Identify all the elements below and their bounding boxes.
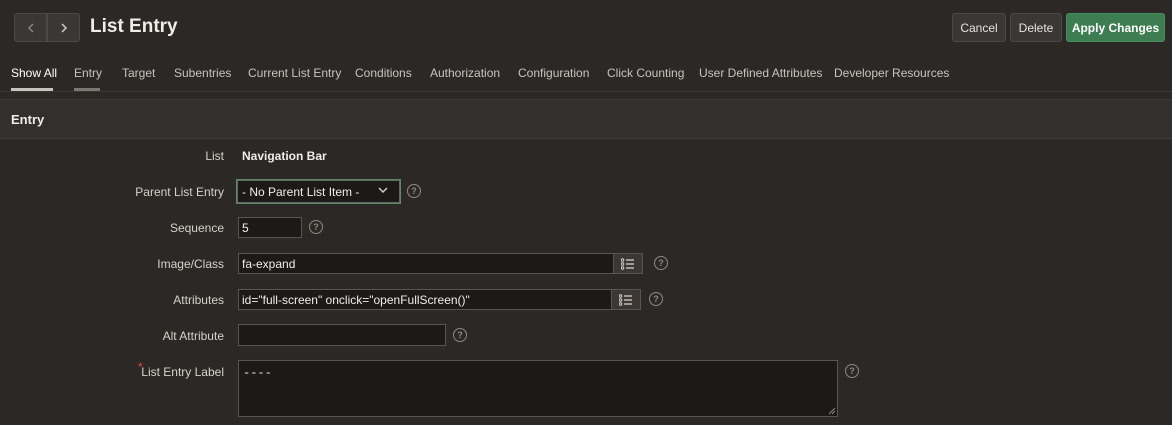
alt-attribute-help-icon[interactable]: ? xyxy=(453,328,467,342)
cancel-button[interactable]: Cancel xyxy=(952,13,1006,42)
parent-list-entry-label: Parent List Entry xyxy=(135,185,224,199)
image-class-label: Image/Class xyxy=(157,257,224,271)
tab-bar: Show All Entry Target Subentries Current… xyxy=(0,56,1172,92)
parent-list-entry-select[interactable]: - No Parent List Item - xyxy=(236,179,401,204)
attributes-help-icon[interactable]: ? xyxy=(649,292,663,306)
list-label: List xyxy=(205,149,224,163)
sequence-input[interactable]: 5 xyxy=(238,217,302,238)
attributes-lov-button[interactable] xyxy=(611,289,641,310)
list-entry-label-textarea[interactable]: ---- xyxy=(238,360,838,417)
next-button[interactable] xyxy=(47,13,80,42)
list-icon xyxy=(621,257,634,270)
attributes-input[interactable]: id="full-screen" onclick="openFullScreen… xyxy=(238,289,612,310)
tab-current-list-entry[interactable]: Current List Entry xyxy=(248,66,341,80)
tab-entry[interactable]: Entry xyxy=(74,66,102,80)
list-entry-label-help-icon[interactable]: ? xyxy=(845,364,859,378)
list-icon xyxy=(619,293,632,306)
sequence-label: Sequence xyxy=(169,221,224,235)
previous-button[interactable] xyxy=(14,13,47,42)
tab-entry-indicator xyxy=(74,88,100,91)
delete-button[interactable]: Delete xyxy=(1010,13,1062,42)
tab-click-counting[interactable]: Click Counting xyxy=(607,66,684,80)
image-class-input[interactable]: fa-expand xyxy=(238,253,614,274)
parent-list-entry-value: - No Parent List Item - xyxy=(242,185,360,199)
tab-user-defined-attributes[interactable]: User Defined Attributes xyxy=(699,66,822,80)
image-class-lov-button[interactable] xyxy=(613,253,643,274)
tab-developer-resources[interactable]: Developer Resources xyxy=(834,66,949,80)
alt-attribute-label: Alt Attribute xyxy=(162,329,224,343)
list-value: Navigation Bar xyxy=(242,149,327,163)
page-title: List Entry xyxy=(90,16,178,37)
parent-help-icon[interactable]: ? xyxy=(407,184,421,198)
tab-configuration[interactable]: Configuration xyxy=(518,66,589,80)
chevron-down-icon xyxy=(378,187,388,193)
tab-show-all[interactable]: Show All xyxy=(11,66,57,80)
chevron-right-icon xyxy=(60,22,67,33)
apply-changes-button[interactable]: Apply Changes xyxy=(1066,13,1165,42)
tab-conditions[interactable]: Conditions xyxy=(355,66,412,80)
list-entry-label-label: List Entry Label xyxy=(141,365,224,379)
alt-attribute-input[interactable] xyxy=(238,324,446,346)
attributes-label: Attributes xyxy=(173,293,224,307)
tab-active-indicator xyxy=(11,88,53,91)
region-header: Entry xyxy=(0,99,1172,139)
list-entry-label-value: ---- xyxy=(243,366,272,380)
page-header: List Entry Cancel Delete Apply Changes xyxy=(0,0,1172,56)
tab-authorization[interactable]: Authorization xyxy=(430,66,500,80)
resize-handle-icon[interactable] xyxy=(828,407,836,415)
tab-target[interactable]: Target xyxy=(122,66,155,80)
chevron-left-icon xyxy=(27,22,34,33)
tab-subentries[interactable]: Subentries xyxy=(174,66,231,80)
region-title: Entry xyxy=(11,112,45,127)
image-class-help-icon[interactable]: ? xyxy=(654,256,668,270)
sequence-help-icon[interactable]: ? xyxy=(309,220,323,234)
